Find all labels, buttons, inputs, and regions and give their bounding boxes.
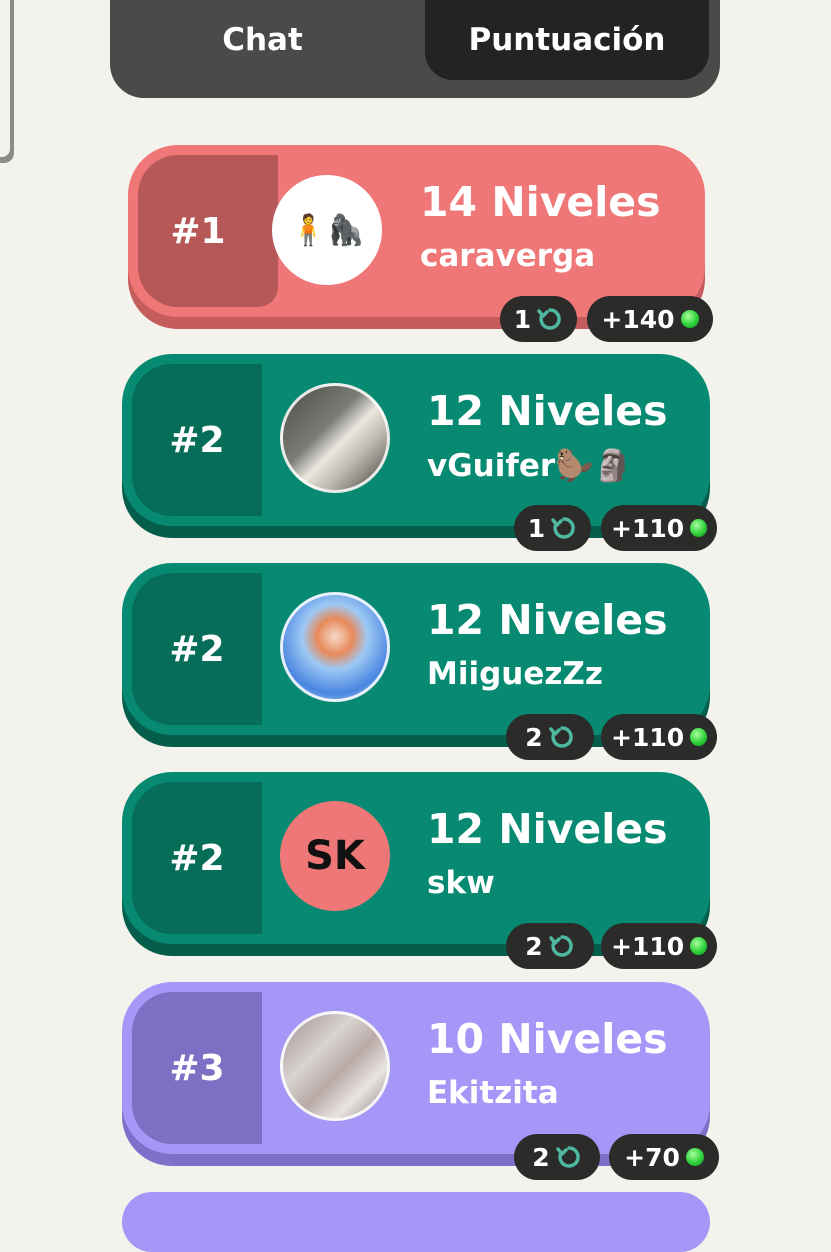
points-badge: +110 bbox=[601, 923, 717, 969]
points-badge: +140 bbox=[587, 296, 713, 342]
emoji-avatar-icon: 🧍🦍 bbox=[289, 212, 365, 248]
points-value: +110 bbox=[611, 513, 685, 543]
avatar[interactable]: 🧍🦍 bbox=[272, 175, 382, 285]
attempts-badge: 2 bbox=[506, 923, 594, 969]
points-value: +140 bbox=[601, 304, 675, 334]
attempts-badge: 1 bbox=[500, 296, 577, 342]
points-badge: +70 bbox=[609, 1134, 719, 1180]
rank-label: #1 bbox=[170, 210, 226, 252]
attempts-count: 2 bbox=[525, 931, 543, 961]
username: vGuifer🦫🗿 bbox=[427, 448, 633, 484]
points-value: +110 bbox=[611, 931, 685, 961]
username: skw bbox=[427, 865, 495, 901]
retry-icon bbox=[537, 306, 563, 332]
attempts-count: 1 bbox=[527, 513, 546, 543]
username: caraverga bbox=[420, 238, 596, 274]
rank-label: #2 bbox=[169, 419, 225, 461]
side-panel-edge bbox=[0, 0, 14, 163]
attempts-badge: 1 bbox=[514, 505, 591, 551]
tab-score[interactable]: Puntuación bbox=[425, 0, 709, 80]
avatar-initials: SK bbox=[305, 833, 365, 879]
levels-label: 12 Niveles bbox=[427, 596, 668, 644]
avatar[interactable] bbox=[280, 1011, 390, 1121]
points-badge: +110 bbox=[601, 714, 717, 760]
tab-chat[interactable]: Chat bbox=[110, 0, 415, 80]
tab-bar: Chat Puntuación bbox=[110, 0, 720, 98]
row-card: #2 12 Niveles MiiguezZz bbox=[122, 563, 710, 735]
points-value: +110 bbox=[611, 722, 685, 752]
levels-label: 10 Niveles bbox=[427, 1015, 668, 1063]
leaderboard-row[interactable]: #2 SK 12 Niveles skw 2 +110 bbox=[122, 772, 717, 969]
leaderboard-row[interactable]: #1 🧍🦍 14 Niveles caraverga 1 +140 bbox=[128, 145, 713, 342]
retry-icon bbox=[555, 1144, 582, 1170]
points-badge: +110 bbox=[601, 505, 717, 551]
rank-label: #3 bbox=[169, 1047, 225, 1089]
leaderboard-row[interactable]: #3 10 Niveles Ekitzita 2 +70 bbox=[122, 982, 719, 1180]
leaderboard-row[interactable]: #2 12 Niveles vGuifer🦫🗿 1 +110 bbox=[122, 354, 717, 551]
attempts-count: 2 bbox=[532, 1142, 550, 1172]
retry-icon bbox=[548, 933, 575, 959]
leaderboard-row-partial[interactable] bbox=[122, 1192, 710, 1252]
row-card: #3 10 Niveles Ekitzita bbox=[122, 982, 710, 1154]
retry-icon bbox=[551, 515, 577, 541]
username: Ekitzita bbox=[427, 1075, 559, 1111]
points-value: +70 bbox=[624, 1142, 680, 1172]
rank-label: #2 bbox=[169, 628, 225, 670]
row-card: #1 🧍🦍 14 Niveles caraverga bbox=[128, 145, 705, 317]
levels-label: 14 Niveles bbox=[420, 178, 661, 226]
gem-icon bbox=[685, 1148, 704, 1166]
retry-icon bbox=[548, 724, 575, 750]
levels-label: 12 Niveles bbox=[427, 387, 668, 435]
avatar[interactable]: SK bbox=[280, 801, 390, 911]
row-card: #2 SK 12 Niveles skw bbox=[122, 772, 710, 944]
gem-icon bbox=[690, 937, 707, 955]
attempts-count: 1 bbox=[513, 304, 532, 334]
rank-label: #2 bbox=[169, 837, 225, 879]
attempts-count: 2 bbox=[525, 722, 543, 752]
levels-label: 12 Niveles bbox=[427, 805, 668, 853]
gem-icon bbox=[690, 728, 707, 746]
attempts-badge: 2 bbox=[506, 714, 594, 760]
avatar[interactable] bbox=[280, 592, 390, 702]
gem-icon bbox=[680, 310, 699, 328]
gem-icon bbox=[690, 519, 707, 537]
avatar[interactable] bbox=[280, 383, 390, 493]
attempts-badge: 2 bbox=[514, 1134, 600, 1180]
row-card: #2 12 Niveles vGuifer🦫🗿 bbox=[122, 354, 710, 526]
leaderboard-row[interactable]: #2 12 Niveles MiiguezZz 2 +110 bbox=[122, 563, 717, 760]
username: MiiguezZz bbox=[427, 656, 603, 692]
